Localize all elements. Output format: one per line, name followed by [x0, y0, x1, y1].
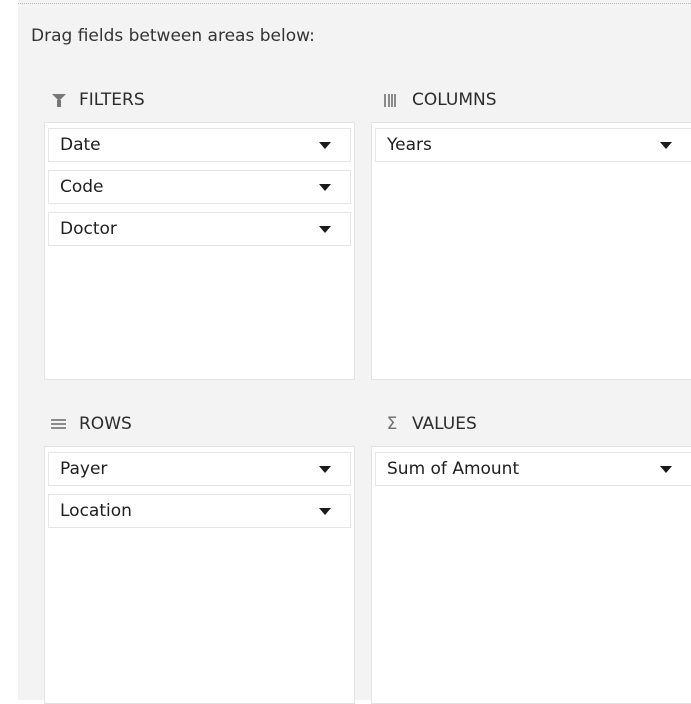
field-label: Sum of Amount: [387, 459, 520, 479]
filters-area-title: FILTERS: [79, 90, 145, 110]
field-dropdown-arrow-icon[interactable]: [312, 177, 338, 197]
pane-divider: [18, 3, 691, 4]
field-label: Doctor: [60, 219, 117, 239]
columns-field-years[interactable]: Years: [375, 128, 691, 162]
filter-funnel-icon: [50, 92, 68, 108]
field-label: Location: [60, 501, 132, 521]
filters-area-header: FILTERS: [50, 88, 145, 112]
values-field-sum-of-amount[interactable]: Sum of Amount: [375, 452, 691, 486]
columns-area-title: COLUMNS: [412, 90, 497, 110]
rows-drop-area[interactable]: Payer Location: [44, 446, 355, 704]
field-dropdown-arrow-icon[interactable]: [312, 135, 338, 155]
rows-area-header: ROWS: [50, 412, 132, 436]
sigma-icon: Σ: [386, 414, 398, 434]
field-dropdown-arrow-icon[interactable]: [312, 501, 338, 521]
values-area-title: VALUES: [412, 414, 477, 434]
columns-area-header: COLUMNS: [383, 88, 497, 112]
field-label: Code: [60, 177, 104, 197]
field-dropdown-arrow-icon[interactable]: [312, 459, 338, 479]
values-drop-area[interactable]: Sum of Amount: [371, 446, 691, 704]
field-label: Date: [60, 135, 101, 155]
field-dropdown-arrow-icon[interactable]: [653, 135, 679, 155]
values-area-header: Σ VALUES: [383, 412, 477, 436]
filters-field-doctor[interactable]: Doctor: [48, 212, 351, 246]
field-dropdown-arrow-icon[interactable]: [312, 219, 338, 239]
rows-area-title: ROWS: [79, 414, 132, 434]
field-label: Payer: [60, 459, 108, 479]
rows-field-location[interactable]: Location: [48, 494, 351, 528]
field-dropdown-arrow-icon[interactable]: [653, 459, 679, 479]
columns-drop-area[interactable]: Years: [371, 122, 691, 380]
filters-drop-area[interactable]: Date Code Doctor: [44, 122, 355, 380]
rows-field-payer[interactable]: Payer: [48, 452, 351, 486]
columns-icon: [383, 92, 401, 108]
filters-field-date[interactable]: Date: [48, 128, 351, 162]
filters-field-code[interactable]: Code: [48, 170, 351, 204]
drag-instruction-text: Drag fields between areas below:: [31, 26, 315, 46]
field-label: Years: [387, 135, 432, 155]
rows-icon: [50, 416, 68, 432]
